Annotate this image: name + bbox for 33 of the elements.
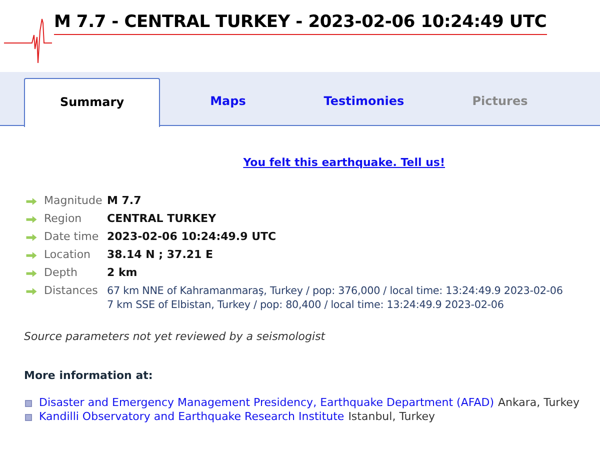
parameter-label: Date time: [44, 230, 100, 244]
bullet-icon: [25, 400, 32, 406]
parameter-label: Region: [44, 212, 83, 226]
felt-link[interactable]: You felt this earthquake. Tell us!: [243, 156, 445, 169]
source-link[interactable]: Disaster and Emergency Management Presidency, Earthquake Department (AFAD): [39, 396, 494, 410]
arrow-icon: [26, 216, 37, 223]
parameter-label: Magnitude: [44, 194, 104, 208]
parameter-value: 2023-02-06 10:24:49.9 UTC: [107, 230, 276, 244]
page-title: M 7.7 - CENTRAL TURKEY - 2023-02-06 10:24:49 UTC: [54, 10, 547, 35]
tab-label[interactable]: Testimonies: [296, 78, 432, 126]
arrow-icon: [26, 288, 37, 295]
tab-label: Pictures: [471, 93, 529, 110]
tab[interactable]: Summary: [24, 78, 160, 127]
parameter-label: Distances: [44, 284, 99, 298]
arrow-icon: [26, 252, 37, 259]
parameter-value: CENTRAL TURKEY: [107, 212, 216, 226]
tab-label[interactable]: Maps: [160, 78, 296, 126]
source-location: Istanbul, Turkey: [348, 410, 435, 424]
arrow-icon: [26, 270, 37, 277]
review-note: Source parameters not yet reviewed by a seismologist: [24, 330, 326, 343]
source-link[interactable]: Kandilli Observatory and Earthquake Research Institute: [39, 410, 344, 424]
arrow-icon: [26, 198, 37, 205]
parameter-label: Location: [44, 248, 92, 262]
distance-text: 7 km SSE of Elbistan, Turkey / pop: 80,400 / local time: 13:24:49.9 2023-02-06: [107, 298, 505, 312]
bullet-icon: [25, 414, 32, 420]
source-location: Ankara, Turkey: [498, 396, 580, 410]
parameter-value: 38.14 N ; 37.21 E: [107, 248, 214, 262]
arrow-icon: [26, 234, 37, 241]
section-heading: More information at:: [24, 369, 154, 382]
parameter-value: M 7.7: [107, 194, 142, 208]
parameter-label: Depth: [44, 266, 79, 280]
distance-text: 67 km NNE of Kahramanmaraş, Turkey / pop: 376,000 / local time: 13:24:49.9 2023-02-06: [107, 284, 563, 298]
parameter-value: 2 km: [107, 266, 138, 280]
